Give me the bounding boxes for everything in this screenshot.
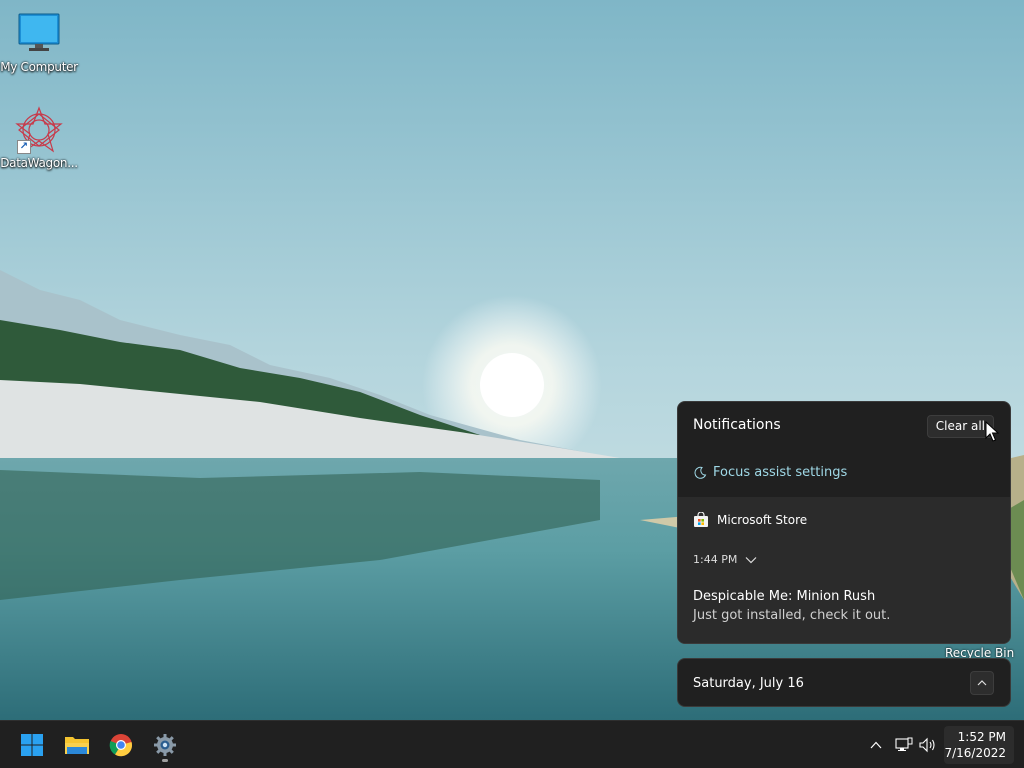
moon-icon: [694, 466, 707, 479]
monitor-icon: [15, 10, 63, 58]
volume-icon: [919, 737, 935, 753]
desktop-icon-label: My Computer: [0, 60, 78, 74]
calendar-header: Saturday, July 16: [677, 658, 1011, 707]
taskbar-file-explorer[interactable]: [59, 727, 95, 763]
notification-center: Notifications Clear all Focus assist set…: [677, 401, 1011, 644]
mouse-cursor-icon: [985, 421, 999, 442]
clock-time: 1:52 PM: [957, 730, 1006, 744]
taskbar-settings[interactable]: [147, 727, 183, 763]
notification-time-row[interactable]: 1:44 PM: [693, 553, 757, 566]
focus-assist-label: Focus assist settings: [713, 465, 848, 480]
taskbar-chrome[interactable]: [103, 727, 139, 763]
desktop-icon-datawagon[interactable]: ↗ DataWagon...: [0, 106, 78, 170]
network-icon: [895, 737, 913, 751]
chevron-up-icon: [977, 680, 987, 686]
chevron-up-icon: [870, 741, 882, 749]
notification-center-title: Notifications: [693, 417, 781, 433]
windows-logo-icon: [21, 734, 43, 756]
notification-title: Despicable Me: Minion Rush: [693, 589, 876, 604]
notification-app-row: Microsoft Store: [693, 512, 807, 528]
running-indicator: [162, 759, 168, 762]
taskbar-clock[interactable]: 1:52 PM 7/16/2022: [944, 729, 1006, 761]
datawagon-icon: ↗: [15, 106, 63, 154]
chevron-down-icon[interactable]: [745, 556, 757, 564]
taskbar: 1:52 PM 7/16/2022: [0, 720, 1024, 768]
gear-icon: [154, 734, 176, 756]
shortcut-arrow-icon: ↗: [17, 140, 31, 154]
folder-icon: [65, 737, 89, 754]
desktop-icon-label: DataWagon...: [0, 156, 78, 170]
notification-time: 1:44 PM: [693, 553, 738, 566]
microsoft-store-icon: [694, 512, 708, 527]
clock-date: 7/16/2022: [944, 746, 1006, 760]
start-button[interactable]: [14, 727, 50, 763]
calendar-date: Saturday, July 16: [693, 676, 804, 691]
clear-all-button[interactable]: Clear all: [926, 415, 994, 438]
notification-body: Just got installed, check it out.: [693, 608, 891, 623]
focus-assist-settings-link[interactable]: Focus assist settings: [693, 465, 847, 480]
desktop-icon-my-computer[interactable]: My Computer: [0, 10, 78, 74]
notification-card[interactable]: Microsoft Store 1:44 PM Despicable Me: M…: [678, 497, 1010, 643]
calendar-expand-button[interactable]: [970, 671, 994, 695]
network-button[interactable]: [894, 735, 914, 755]
volume-button[interactable]: [918, 735, 938, 755]
chrome-icon: [109, 734, 133, 757]
notification-app-name: Microsoft Store: [717, 513, 808, 527]
show-hidden-icons-button[interactable]: [866, 735, 886, 755]
